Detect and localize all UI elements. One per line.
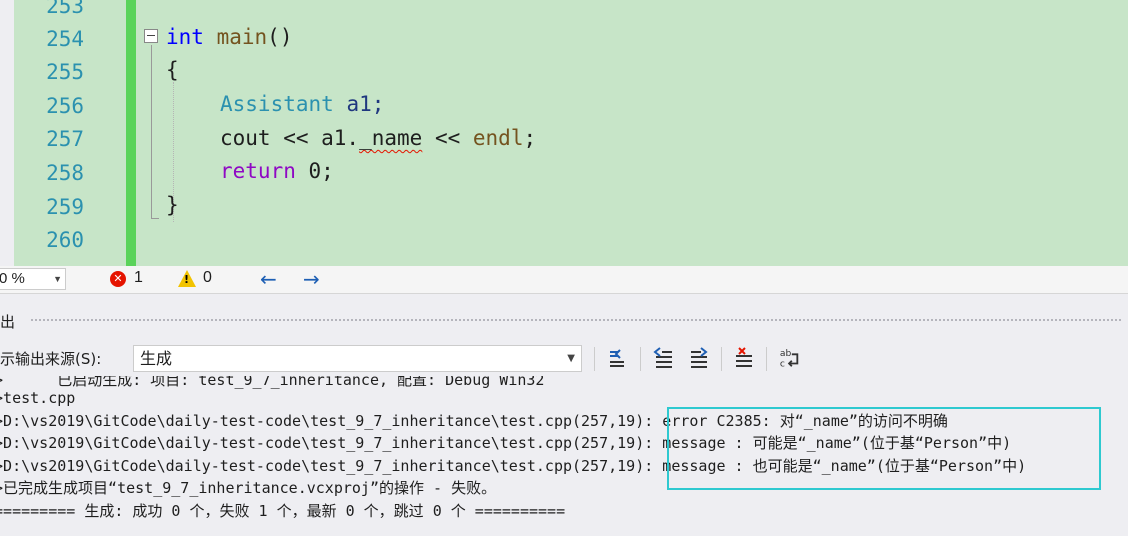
toolbar-separator	[766, 347, 767, 371]
code-text: cout	[220, 126, 271, 150]
code-line-258[interactable]: return 0;	[220, 155, 334, 188]
clear-all-icon[interactable]	[733, 346, 755, 370]
zoom-level-dropdown[interactable]: 0 % ▼	[0, 268, 66, 290]
error-squiggle-member[interactable]: _name	[359, 126, 422, 150]
function-name: main	[216, 25, 268, 49]
code-text: }	[166, 193, 179, 217]
code-text: << a1.	[270, 126, 360, 150]
word-wrap-icon[interactable]: ab c	[779, 346, 801, 370]
code-line-255[interactable]: {	[166, 54, 179, 87]
line-number: 260	[46, 228, 84, 252]
collapse-icon[interactable]	[144, 29, 158, 43]
code-text: ()	[267, 25, 293, 49]
error-highlight-annotation	[667, 407, 1101, 490]
code-editor[interactable]: 253 254 255 256 257 258 259 260 int main…	[0, 0, 1128, 266]
line-number: 258	[46, 161, 84, 185]
previous-message-icon[interactable]	[652, 346, 674, 370]
toolbar-separator	[640, 347, 641, 371]
editor-left-margin	[0, 0, 14, 266]
output-source-select[interactable]: 生成 ▼	[133, 345, 582, 372]
toolbar-separator	[594, 347, 595, 371]
code-line-259[interactable]: }	[166, 189, 179, 222]
output-panel-titlebar: 输出	[0, 308, 1128, 334]
line-number: 257	[46, 127, 84, 151]
line-number: 259	[46, 195, 84, 219]
error-count[interactable]: 1	[134, 269, 143, 287]
next-message-icon[interactable]	[687, 346, 709, 370]
output-line-summary: ========== 生成: 成功 0 个，失败 1 个，最新 0 个，跳过 0…	[0, 502, 566, 520]
output-toolbar: 显示输出来源(S): 生成 ▼ ab c	[0, 342, 1128, 374]
line-number: 253	[46, 0, 84, 18]
toolbar-separator	[721, 347, 722, 371]
zoom-level: 0 %	[0, 270, 25, 287]
output-line: 1>test.cpp	[0, 389, 76, 407]
warning-count[interactable]: 0	[203, 269, 212, 287]
code-line-256[interactable]: Assistant a1;	[220, 88, 384, 121]
editor-status-strip: 0 % ▼ ✕ 1 ! 0 ← →	[0, 266, 1128, 294]
code-text: {	[166, 58, 179, 82]
forward-arrow-icon[interactable]: →	[303, 267, 320, 291]
output-source-value: 生成	[140, 349, 173, 368]
svg-text:c: c	[780, 358, 785, 369]
panel-title: 输出	[0, 313, 16, 331]
line-number: 256	[46, 94, 84, 118]
line-number: 255	[46, 60, 84, 84]
back-arrow-icon[interactable]: ←	[260, 267, 277, 291]
error-icon[interactable]: ✕	[110, 271, 126, 287]
code-line-257[interactable]: cout << a1._name << endl;	[220, 122, 536, 155]
code-text: <<	[422, 126, 473, 150]
outline-fold-line	[151, 45, 152, 218]
outline-fold-end	[151, 218, 159, 219]
output-line: 1> 已启动生成: 项目: test_9_7_inheritance, 配置: …	[0, 376, 545, 389]
line-number: 254	[46, 27, 84, 51]
warning-icon[interactable]: !	[178, 270, 196, 287]
code-text: ;	[523, 126, 537, 150]
panel-drag-grip[interactable]	[30, 318, 1122, 323]
chevron-down-icon: ▼	[53, 274, 62, 284]
code-text: 0;	[295, 159, 334, 183]
find-message-in-code-icon[interactable]	[606, 346, 628, 370]
endl-token: endl	[472, 126, 524, 150]
output-line: 1>已完成生成项目“test_9_7_inheritance.vcxproj”的…	[0, 479, 497, 497]
code-line-254[interactable]: int main()	[166, 21, 292, 54]
keyword: return	[220, 159, 296, 183]
chevron-down-icon: ▼	[567, 353, 575, 364]
line-number-gutter: 253 254 255 256 257 258 259 260	[14, 0, 126, 266]
code-text: a1;	[333, 92, 385, 116]
output-source-label: 显示输出来源(S):	[0, 350, 102, 368]
keyword: int	[166, 25, 204, 49]
change-tracking-bar	[126, 0, 136, 266]
type-name: Assistant	[220, 92, 334, 116]
